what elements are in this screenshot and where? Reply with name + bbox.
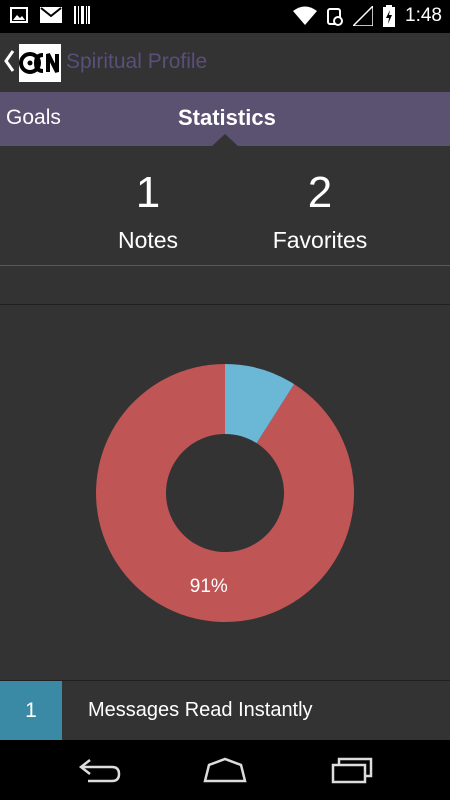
selected-tab-indicator [212,134,238,146]
nav-back-button[interactable] [78,756,122,789]
tab-goals[interactable]: Goals [6,106,61,130]
favorites-label: Favorites [272,227,368,253]
image-icon [10,7,28,23]
divider [0,304,450,305]
notification-icons [10,6,90,24]
barcode-icon [74,6,90,24]
back-button[interactable] [3,49,15,78]
page-title: Spiritual Profile [66,50,208,73]
alarm-icon [327,8,344,26]
back-icon [78,759,121,783]
home-icon [203,757,247,783]
recent-apps-icon [331,757,373,784]
divider [0,265,450,266]
notes-label: Notes [117,227,179,253]
messages-read-row[interactable]: 1 Messages Read Instantly [0,681,450,740]
messages-count-badge: 1 [0,681,62,740]
mail-icon [40,7,62,23]
nav-home-button[interactable] [202,756,248,789]
notes-stat[interactable]: 1 Notes [48,165,248,255]
battery-icon [383,5,396,27]
ccn-logo [19,44,61,82]
status-time: 1:48 [405,5,442,26]
signal-icon [353,6,374,26]
favorites-stat[interactable]: 2 Favorites [220,165,420,255]
wifi-icon [293,6,318,25]
messages-label: Messages Read Instantly [88,699,313,721]
action-bar: Spiritual Profile [0,33,450,92]
nav-recent-apps-button[interactable] [330,756,374,789]
donut-chart: 91% [96,364,355,622]
navigation-bar [0,740,450,800]
system-icons: 1:48 [293,4,442,28]
status-bar: 1:48 [0,0,450,33]
favorites-count: 2 [307,168,333,217]
tab-statistics[interactable]: Statistics [178,105,276,131]
app-logo[interactable] [19,44,61,82]
chevron-left-icon [4,50,15,72]
notes-count: 1 [135,168,161,217]
donut-slice-label: 91% [190,576,228,597]
